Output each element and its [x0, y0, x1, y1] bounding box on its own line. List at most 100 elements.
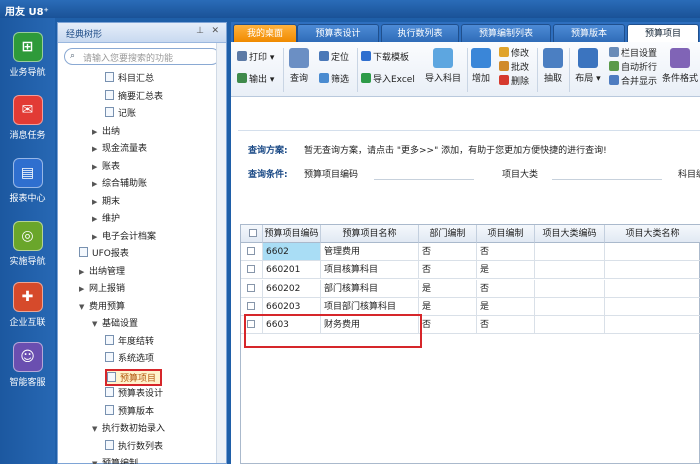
- table-cell[interactable]: 项目核算科目: [321, 261, 419, 280]
- table-cell[interactable]: 660202: [263, 279, 321, 298]
- tree-node[interactable]: 系统选项: [105, 351, 154, 368]
- table-cell[interactable]: [605, 298, 700, 316]
- budget-code-input[interactable]: [374, 179, 474, 180]
- conditional-format-button[interactable]: 条件格式: [661, 48, 699, 84]
- rail-item[interactable]: ◎ 实施导航: [0, 221, 55, 267]
- chevron-down-icon[interactable]: ▼: [79, 299, 89, 316]
- tree-node[interactable]: 执行数列表: [105, 439, 163, 456]
- tree-node[interactable]: ▼ 基础设置: [92, 316, 138, 333]
- table-cell[interactable]: 管理费用: [321, 243, 419, 261]
- column-header[interactable]: 项目大类编码: [535, 225, 605, 243]
- rail-item[interactable]: ✚ 企业互联: [0, 282, 55, 328]
- table-cell[interactable]: [535, 243, 605, 261]
- pin-icon[interactable]: ⊥: [196, 26, 204, 36]
- rail-item[interactable]: ⊞ 业务导航: [0, 32, 55, 78]
- table-cell[interactable]: [535, 297, 605, 316]
- table-cell[interactable]: [605, 243, 700, 261]
- tree-node[interactable]: 记账: [105, 106, 136, 123]
- query-button[interactable]: 查询: [287, 48, 311, 84]
- tree-scrollbar[interactable]: [216, 43, 226, 463]
- tree-node-selected[interactable]: 预算项目: [105, 368, 163, 386]
- tree-node[interactable]: 年度结转: [105, 334, 154, 351]
- delete-button[interactable]: 删除: [499, 74, 529, 87]
- batch-modify-button[interactable]: 批改: [499, 60, 529, 73]
- rail-item[interactable]: ▤ 报表中心: [0, 158, 55, 204]
- layout-button[interactable]: 布局 ▾: [573, 48, 603, 84]
- tree-node[interactable]: 预算版本: [105, 404, 154, 421]
- column-header[interactable]: 预算项目名称: [321, 225, 419, 243]
- close-icon[interactable]: ✕: [211, 26, 219, 36]
- auto-wrap-button[interactable]: 自动折行: [609, 60, 657, 73]
- table-cell[interactable]: 是: [477, 297, 535, 316]
- table-cell[interactable]: [605, 261, 700, 280]
- table-cell[interactable]: 660201: [263, 261, 321, 280]
- column-header[interactable]: 预算项目编码: [263, 225, 321, 243]
- table-cell[interactable]: [605, 280, 700, 298]
- table-cell[interactable]: 否: [477, 279, 535, 298]
- table-cell[interactable]: [605, 316, 700, 335]
- table-cell[interactable]: 6602: [263, 243, 321, 261]
- tree-node[interactable]: ▶ 网上报销: [79, 281, 125, 298]
- rail-item[interactable]: ☺ 智能客服: [0, 342, 55, 388]
- tab[interactable]: 我的桌面: [233, 24, 297, 42]
- chevron-right-icon[interactable]: ▶: [92, 124, 102, 141]
- table-cell[interactable]: [535, 279, 605, 298]
- add-button[interactable]: 增加: [469, 48, 493, 84]
- chevron-right-icon[interactable]: ▶: [92, 229, 102, 246]
- table-cell[interactable]: 否: [419, 261, 477, 280]
- function-search-input[interactable]: ⌕ 请输入您要搜索的功能: [64, 48, 220, 65]
- rail-item[interactable]: ✉ 消息任务: [0, 95, 55, 141]
- download-template-button[interactable]: 下载模板: [361, 50, 409, 63]
- import-excel-button[interactable]: 导入Excel: [361, 72, 415, 85]
- tab[interactable]: 预算项目: [627, 24, 699, 42]
- chevron-right-icon[interactable]: ▶: [79, 281, 89, 298]
- chevron-right-icon[interactable]: ▶: [79, 264, 89, 281]
- tree-node[interactable]: ▶ 维护: [92, 211, 120, 228]
- chevron-right-icon[interactable]: ▶: [92, 194, 102, 211]
- tree-node[interactable]: 摘要汇总表: [105, 89, 163, 106]
- table-cell[interactable]: 部门核算科目: [321, 279, 419, 298]
- tree-node[interactable]: ▶ 现金流量表: [92, 141, 147, 158]
- table-cell[interactable]: 是: [419, 279, 477, 298]
- filter-button[interactable]: 筛选: [319, 72, 349, 85]
- tree-node[interactable]: ▶ 账表: [92, 159, 120, 176]
- tree-node[interactable]: 预算表设计: [105, 386, 163, 403]
- column-header[interactable]: 项目大类名称: [605, 225, 700, 243]
- chevron-right-icon[interactable]: ▶: [92, 159, 102, 176]
- export-button[interactable]: 输出 ▾: [237, 72, 274, 85]
- table-cell[interactable]: 是: [477, 261, 535, 280]
- chevron-right-icon[interactable]: ▶: [92, 211, 102, 228]
- table-cell[interactable]: [535, 261, 605, 280]
- project-category-input[interactable]: [552, 179, 662, 180]
- row-checkbox[interactable]: [241, 279, 263, 298]
- chevron-down-icon[interactable]: ▼: [92, 316, 102, 333]
- import-subject-button[interactable]: 导入科目: [423, 48, 463, 84]
- print-button[interactable]: 打印 ▾: [237, 50, 274, 63]
- tree-node[interactable]: 科目汇总: [105, 71, 154, 88]
- locate-button[interactable]: 定位: [319, 50, 349, 63]
- tree-node[interactable]: ▶ 期末: [92, 194, 120, 211]
- row-checkbox[interactable]: [241, 243, 263, 261]
- tab[interactable]: 预算编制列表: [461, 24, 551, 42]
- column-settings-button[interactable]: 栏目设置: [609, 46, 657, 59]
- tree-node[interactable]: ▶ 电子会计档案: [92, 229, 156, 246]
- tree-node[interactable]: ▶ 出纳: [92, 124, 120, 141]
- column-header[interactable]: 项目编制: [477, 225, 535, 243]
- extract-button[interactable]: 抽取: [541, 48, 565, 84]
- table-cell[interactable]: [535, 316, 605, 335]
- tree-node[interactable]: UFO报表: [79, 246, 129, 263]
- row-checkbox[interactable]: [241, 261, 263, 280]
- tree-node[interactable]: ▼ 费用预算: [79, 299, 125, 316]
- tab[interactable]: 预算表设计: [297, 24, 379, 42]
- modify-button[interactable]: 修改: [499, 46, 529, 59]
- merge-display-button[interactable]: 合并显示: [609, 74, 657, 87]
- table-cell[interactable]: 否: [477, 316, 535, 335]
- chevron-down-icon[interactable]: ▼: [92, 456, 102, 464]
- tab[interactable]: 执行数列表: [381, 24, 459, 42]
- tree-node[interactable]: ▶ 出纳管理: [79, 264, 125, 281]
- column-header[interactable]: 部门编制: [419, 225, 477, 243]
- tree-node[interactable]: ▶ 综合辅助账: [92, 176, 147, 193]
- select-all-checkbox[interactable]: [241, 225, 263, 243]
- tree-node[interactable]: ▼ 预算编制: [92, 456, 138, 464]
- tab[interactable]: 预算版本: [553, 24, 625, 42]
